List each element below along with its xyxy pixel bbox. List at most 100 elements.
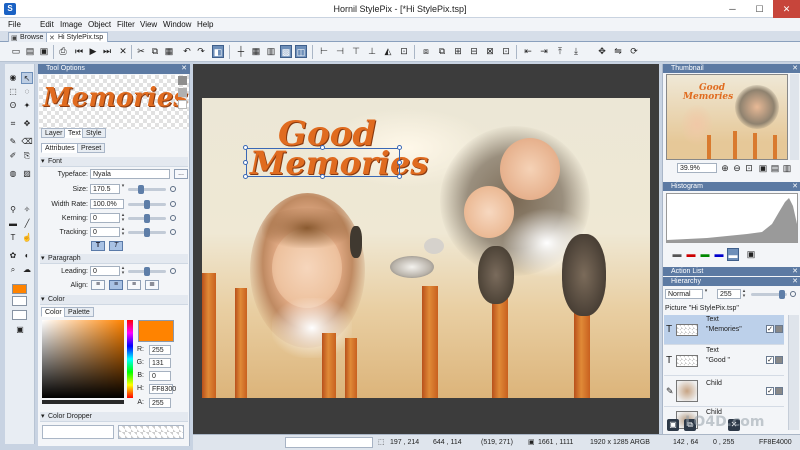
channel-gray-icon[interactable]: ▬ (671, 248, 683, 261)
kerning-input[interactable]: 0 (90, 213, 120, 223)
menu-file[interactable]: File (8, 18, 21, 31)
minimize-button[interactable]: ─ (719, 0, 746, 18)
slider-knob[interactable] (779, 290, 785, 299)
dropper-alpha-box[interactable] (118, 425, 184, 439)
preview-swatch-dark[interactable] (178, 76, 187, 85)
hex-input[interactable]: FF8300 (149, 384, 176, 394)
leading-spin-icon[interactable]: ▴ ▾ (120, 266, 126, 276)
menu-image[interactable]: Image (60, 18, 82, 31)
lasso-icon[interactable]: ʘ (7, 100, 19, 112)
layer-row[interactable]: T Text "Good " ✓ (664, 346, 784, 376)
b-input[interactable]: 0 (149, 371, 171, 381)
size-slider[interactable] (128, 185, 166, 194)
hand-icon[interactable]: ☝ (21, 232, 33, 244)
kerning-spin-icon[interactable]: ▴ ▾ (120, 213, 126, 223)
resize-handle[interactable] (243, 174, 248, 179)
line-icon[interactable]: ╱ (21, 218, 33, 230)
grid-c-icon[interactable]: ▥ (265, 45, 277, 58)
distribute-f-icon[interactable]: ⊡ (500, 45, 512, 58)
paste-icon[interactable]: ▦ (163, 45, 175, 58)
order-d-icon[interactable]: ⤓ (570, 45, 582, 58)
visibility-checkbox[interactable]: ✓ (766, 325, 774, 333)
reset-icon[interactable] (790, 291, 796, 297)
play-icon[interactable]: ▶ (87, 45, 99, 58)
zoom-fit-icon[interactable]: ⊡ (743, 162, 755, 175)
pencil-icon[interactable]: ✎ (7, 136, 19, 148)
channel-red-icon[interactable]: ▬ (685, 248, 697, 261)
menu-edit[interactable]: Edit (40, 18, 54, 31)
close-panel-icon[interactable]: ✕ (792, 267, 798, 276)
new-icon[interactable]: ▭ (10, 45, 22, 58)
reset-icon[interactable] (170, 229, 176, 235)
foreground-color-swatch[interactable] (12, 284, 27, 294)
resize-handle[interactable] (243, 160, 248, 165)
opacity-spin-icon[interactable]: ▴ ▾ (741, 289, 747, 299)
menu-window[interactable]: Window (163, 18, 191, 31)
clone-icon[interactable]: ⎘ (21, 150, 33, 162)
lock-checkbox[interactable] (775, 356, 783, 364)
dropper-icon[interactable]: ⚲ (7, 204, 19, 216)
menu-view[interactable]: View (140, 18, 157, 31)
mask-icon[interactable]: ◐ (21, 250, 33, 262)
tracking-input[interactable]: 0 (90, 227, 120, 237)
tab-layer[interactable]: Layer (41, 128, 67, 138)
screen-mode-icon[interactable]: ▣ (14, 324, 26, 336)
transform-icon[interactable]: ✥ (596, 45, 608, 58)
align-top-icon[interactable]: ⊤ (350, 45, 362, 58)
size-input[interactable]: 170.5 (90, 184, 120, 194)
tab-style[interactable]: Style (82, 128, 106, 138)
leading-slider[interactable] (128, 267, 166, 276)
thumbnail-image[interactable]: Good Memories (666, 74, 788, 160)
width-rate-slider[interactable] (128, 200, 166, 209)
selection-box[interactable] (246, 148, 400, 177)
thumbnail-scrollbar[interactable] (790, 74, 799, 160)
font-section[interactable]: Font (40, 157, 188, 167)
first-icon[interactable]: ⏮ (73, 45, 85, 58)
flip-icon[interactable]: ⇋ (612, 45, 624, 58)
zoom-full-icon[interactable]: ▥ (781, 162, 793, 175)
zoom-input[interactable]: 39.9% (677, 163, 717, 173)
text-tool-icon[interactable]: T (7, 232, 19, 244)
reset-icon[interactable] (170, 186, 176, 192)
ellipse-select-icon[interactable]: ◌ (21, 86, 33, 98)
histogram-refresh-icon[interactable]: ▣ (745, 248, 757, 261)
move-icon[interactable]: ✥ (21, 118, 33, 130)
preview-swatch-light[interactable] (178, 100, 187, 109)
photo-canvas[interactable]: Good Memories (202, 98, 650, 398)
open-icon[interactable]: ▤ (24, 45, 36, 58)
size-dropdown-icon[interactable]: ▾ (120, 184, 126, 194)
crop-icon[interactable]: ⌗ (7, 118, 19, 130)
tab-color[interactable]: Color (41, 307, 66, 317)
tab-preset[interactable]: Preset (77, 143, 106, 153)
resize-handle[interactable] (320, 174, 325, 179)
distribute-d-icon[interactable]: ⊟ (468, 45, 480, 58)
layer-row[interactable]: T Text "Memories" ✓ (664, 315, 784, 345)
menu-filter[interactable]: Filter (117, 18, 135, 31)
distribute-c-icon[interactable]: ⊞ (452, 45, 464, 58)
cut-icon[interactable]: ✂ (135, 45, 147, 58)
channel-green-icon[interactable]: ▬ (699, 248, 711, 261)
resize-handle[interactable] (397, 160, 402, 165)
lock-checkbox[interactable] (775, 387, 783, 395)
italic-button[interactable]: T (109, 241, 123, 251)
close-button[interactable]: ✕ (773, 0, 800, 18)
opacity-slider[interactable] (751, 290, 787, 299)
hierarchy-scrollbar[interactable] (788, 315, 799, 430)
opacity-input[interactable]: 255 (717, 289, 741, 299)
blend-dropdown-icon[interactable]: ▾ (703, 289, 709, 299)
order-b-icon[interactable]: ⇥ (538, 45, 550, 58)
slider-knob[interactable] (144, 200, 150, 209)
grid-e-icon[interactable]: ◫ (295, 45, 307, 58)
hierarchy-root[interactable]: Picture "Hi StylePix.tsp" (665, 304, 785, 314)
leading-input[interactable]: 0 (90, 266, 120, 276)
zoom-window-icon[interactable]: ▤ (769, 162, 781, 175)
save-icon[interactable]: ▣ (38, 45, 50, 58)
g-input[interactable]: 131 (149, 358, 171, 368)
blur-icon[interactable]: ✧ (21, 204, 33, 216)
distribute-b-icon[interactable]: ⧉ (436, 45, 448, 58)
kerning-slider[interactable] (128, 214, 166, 223)
preview-swatch-mid[interactable] (178, 88, 187, 97)
r-input[interactable]: 255 (149, 345, 171, 355)
align-left-button[interactable]: ≡ (91, 280, 105, 290)
a-input[interactable]: 255 (149, 398, 171, 408)
